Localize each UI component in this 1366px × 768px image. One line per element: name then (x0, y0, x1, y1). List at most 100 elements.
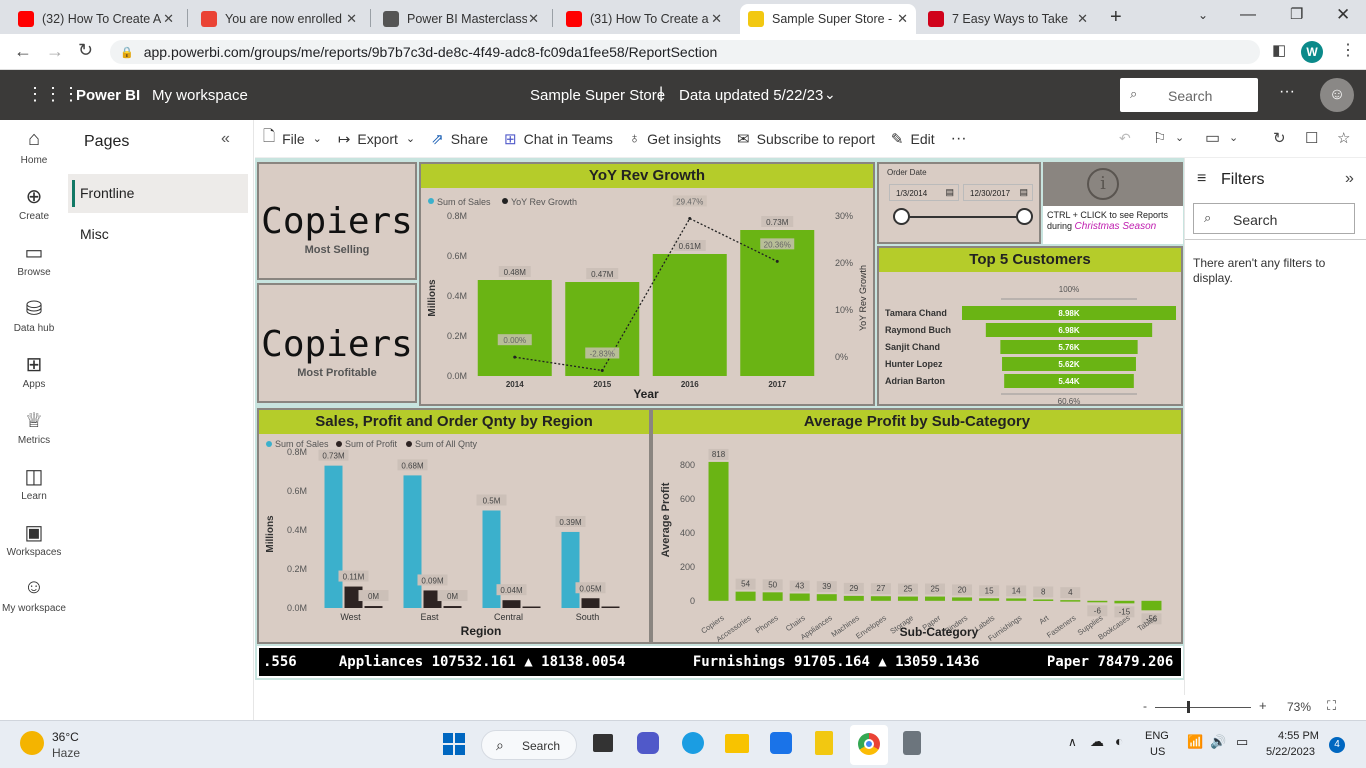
side-panel-icon[interactable]: ◧ (1272, 41, 1286, 59)
global-search-input[interactable]: ⌕ Search (1120, 78, 1258, 112)
nav-item-home[interactable]: ⌂ Home (0, 128, 68, 166)
tray-chevron-icon[interactable]: ∧ (1068, 735, 1077, 749)
notification-badge[interactable]: 4 (1329, 737, 1345, 753)
end-date-input[interactable]: 12/30/2017 ▤ (963, 184, 1033, 201)
browser-tab-2[interactable]: You are now enrolled ✕ (193, 4, 365, 34)
comment-icon[interactable]: ☐ (1305, 129, 1318, 147)
url-field[interactable]: 🔒 app.powerbi.com/groups/me/reports/9b7b… (110, 40, 1260, 64)
close-tab-icon[interactable]: ✕ (163, 11, 174, 27)
chevron-down-icon[interactable]: ⌄ (824, 86, 836, 103)
clock-time[interactable]: 4:55 PM (1278, 730, 1319, 742)
refresh-icon[interactable]: ↻ (1273, 129, 1286, 147)
nav-item-workspaces[interactable]: ▣ Workspaces (0, 520, 68, 558)
lang-primary[interactable]: ENG (1145, 730, 1169, 742)
close-tab-icon[interactable]: ✕ (897, 11, 908, 27)
zoom-handle[interactable] (1187, 701, 1190, 713)
workspace-link[interactable]: My workspace (152, 87, 248, 104)
page-item-frontline[interactable]: Frontline (68, 174, 248, 213)
info-box[interactable]: i CTRL + CLICK to see Reports during Chr… (1043, 162, 1183, 244)
app-launcher-icon[interactable]: ⋮⋮⋮ (26, 84, 80, 105)
maximize-button[interactable]: ❐ (1290, 5, 1303, 23)
windows-start-icon[interactable] (443, 733, 465, 755)
favorite-icon[interactable]: ☆ (1337, 129, 1350, 147)
battery-icon[interactable]: ▭ (1236, 734, 1248, 750)
weather-icon[interactable] (20, 731, 44, 755)
region-card[interactable]: Sales, Profit and Order Qnty by Region S… (257, 408, 651, 644)
close-tab-icon[interactable]: ✕ (711, 11, 722, 27)
wifi-icon[interactable]: 📶 (1187, 734, 1203, 750)
fit-page-icon[interactable]: ⛶ (1327, 698, 1336, 714)
edge-icon[interactable] (682, 732, 704, 754)
kpi-most-selling[interactable]: Copiers Most Selling (257, 162, 417, 280)
slider-start-handle[interactable] (893, 208, 910, 225)
close-tab-icon[interactable]: ✕ (1077, 11, 1088, 27)
page-item-misc[interactable]: Misc (80, 226, 109, 242)
info-icon[interactable]: i (1087, 168, 1119, 200)
kpi-most-profitable[interactable]: Copiers Most Profitable (257, 283, 417, 403)
view-icon[interactable]: ▭ (1205, 128, 1220, 148)
filter-search-input[interactable]: ⌕ Search (1193, 203, 1355, 234)
collapse-pages-icon[interactable]: « (221, 130, 230, 148)
teams-icon[interactable] (637, 732, 659, 754)
zoom-in-button[interactable]: + (1259, 698, 1267, 713)
more-options-icon[interactable]: ··· (951, 130, 967, 148)
more-options-icon[interactable]: ··· (1279, 83, 1295, 101)
edit-button[interactable]: ✎ Edit (891, 130, 935, 148)
close-tab-icon[interactable]: ✕ (346, 11, 357, 27)
close-tab-icon[interactable]: ✕ (528, 11, 539, 27)
date-slicer[interactable]: Order Date 1/3/2014 ▤ 12/30/2017 ▤ (877, 162, 1041, 244)
zoom-out-button[interactable]: - (1143, 699, 1147, 713)
file-explorer-icon[interactable] (725, 734, 749, 753)
chevron-down-icon[interactable]: ⌄ (1175, 131, 1184, 144)
nav-item-data-hub[interactable]: ⛁ Data hub (0, 296, 68, 334)
profile-avatar[interactable]: W (1301, 41, 1323, 63)
nav-item-my-workspace[interactable]: ☺ My workspace (0, 576, 68, 614)
volume-icon[interactable]: 🔊 (1210, 734, 1226, 750)
browser-tab-4[interactable]: (31) How To Create a I ✕ (558, 4, 730, 34)
subscribe-button[interactable]: ✉ Subscribe to report (737, 130, 875, 148)
export-menu[interactable]: ↦ Export ⌄ (338, 130, 415, 148)
browser-tab-6[interactable]: 7 Easy Ways to Take Sc ✕ (920, 4, 1096, 34)
bookmark-icon[interactable]: ⚐ (1153, 129, 1166, 147)
browser-tab-3[interactable]: Power BI Masterclass - ✕ (375, 4, 547, 34)
powerbi-icon[interactable] (815, 731, 833, 755)
lang-secondary[interactable]: US (1150, 746, 1165, 758)
chrome-active-icon[interactable] (850, 725, 888, 765)
task-view-icon[interactable] (593, 734, 613, 752)
taskbar-search[interactable]: ⌕ Search (481, 730, 577, 760)
data-updated[interactable]: Data updated 5/22/23 (679, 87, 823, 104)
nav-item-learn[interactable]: ◫ Learn (0, 464, 68, 502)
slider-end-handle[interactable] (1016, 208, 1033, 225)
start-date-input[interactable]: 1/3/2014 ▤ (889, 184, 959, 201)
back-icon[interactable]: ← (14, 41, 32, 62)
nav-item-browse[interactable]: ▭ Browse (0, 240, 68, 278)
close-window-button[interactable]: ✕ (1336, 5, 1350, 25)
reset-icon[interactable]: ↶ (1119, 130, 1131, 147)
forward-icon[interactable]: → (46, 41, 64, 62)
yoy-rev-growth-card[interactable]: YoY Rev Growth Sum of Sales YoY Rev Growt… (419, 162, 875, 406)
nav-item-create[interactable]: ⊕ Create (0, 184, 68, 222)
get-insights-button[interactable]: ♁ Get insights (629, 130, 721, 147)
tab-search-icon[interactable]: ⌄ (1198, 8, 1208, 22)
minimize-button[interactable]: — (1240, 6, 1256, 24)
chevron-down-icon[interactable]: ⌄ (1229, 131, 1238, 144)
collapse-filters-icon[interactable]: » (1345, 170, 1354, 188)
chat-in-teams-button[interactable]: ⊞ Chat in Teams (504, 130, 613, 148)
store-icon[interactable] (770, 732, 792, 754)
browser-tab-1[interactable]: (32) How To Create A C ✕ (10, 4, 182, 34)
reload-icon[interactable]: ↻ (78, 40, 93, 61)
tray-app-icon[interactable]: ◐ (1115, 733, 1123, 749)
onedrive-icon[interactable]: ☁ (1090, 733, 1104, 750)
new-tab-button[interactable]: + (1110, 6, 1122, 29)
clock-date[interactable]: 5/22/2023 (1266, 746, 1315, 758)
browser-tab-5[interactable]: Sample Super Store - ✕ (740, 4, 916, 34)
top-customers-card[interactable]: Top 5 Customers 100% Tamara Chand 8.98K Ray… (877, 246, 1183, 406)
file-menu[interactable]: 🗋 File ⌄ (263, 126, 322, 151)
browser-menu-icon[interactable]: ⋮ (1340, 40, 1356, 60)
nav-item-metrics[interactable]: ♕ Metrics (0, 408, 68, 446)
account-avatar[interactable]: ☺ (1320, 78, 1354, 112)
avg-profit-card[interactable]: Average Profit by Sub-Category 0 200 400 60… (651, 408, 1183, 644)
nav-item-apps[interactable]: ⊞ Apps (0, 352, 68, 390)
calculator-icon[interactable] (903, 731, 921, 755)
app-name[interactable]: Power BI (76, 87, 140, 104)
